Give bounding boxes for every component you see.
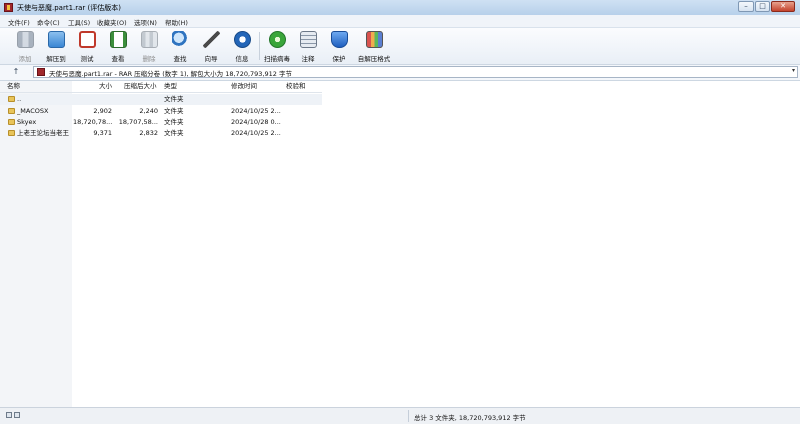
info-icon	[234, 31, 251, 48]
status-divider	[408, 410, 409, 422]
file-list[interactable]: 名称 大小 压缩后大小 类型 修改时间 校验和 .. 文件夹 _MACOSX 2…	[0, 81, 800, 407]
file-modified: 2024/10/28 0...	[231, 118, 281, 126]
trash-icon	[141, 31, 158, 48]
status-bar: 总计 3 文件夹, 18,720,793,912 字节	[0, 407, 800, 424]
header-divider	[0, 92, 322, 93]
protect-label: 保护	[332, 55, 346, 63]
menu-commands[interactable]: 命令(C)	[37, 17, 60, 27]
virus-scan-icon	[269, 31, 286, 48]
file-type: 文件夹	[164, 118, 184, 126]
table-row[interactable]: Skyex 18,720,78... 18,707,58... 文件夹 2024…	[0, 117, 322, 128]
address-field[interactable]: 天使与恶魔.part1.rar - RAR 压缩分卷 (数字 1), 解包大小为…	[33, 66, 798, 78]
chevron-down-icon[interactable]: ▾	[792, 67, 795, 74]
column-header-crc[interactable]: 校验和	[286, 81, 306, 92]
menu-favorites[interactable]: 收藏夹(O)	[97, 17, 127, 27]
add-archive-icon	[17, 31, 34, 48]
column-header-type[interactable]: 类型	[164, 81, 177, 92]
info-label: 信息	[235, 55, 249, 63]
winrar-app-icon[interactable]	[4, 3, 13, 12]
menu-options[interactable]: 选项(N)	[134, 17, 157, 27]
column-header-modified[interactable]: 修改时间	[231, 81, 257, 92]
file-name: 上老王论坛当老王	[17, 129, 69, 137]
file-packed-size: 18,707,58...	[118, 118, 158, 126]
shield-icon	[331, 31, 348, 48]
table-row[interactable]: _MACOSX 2,902 2,240 文件夹 2024/10/25 2...	[0, 106, 322, 117]
file-modified: 2024/10/25 2...	[231, 107, 281, 115]
file-type: 文件夹	[164, 107, 184, 115]
protect-button[interactable]: 保护	[323, 30, 355, 63]
address-bar: ↑ 天使与恶魔.part1.rar - RAR 压缩分卷 (数字 1), 解包大…	[0, 65, 800, 81]
folder-icon	[8, 130, 15, 136]
menu-file[interactable]: 文件(F)	[8, 17, 30, 27]
maximize-button[interactable]: □	[755, 1, 770, 12]
folder-icon	[8, 108, 15, 114]
menu-tools[interactable]: 工具(S)	[68, 17, 90, 27]
book-view-icon	[110, 31, 127, 48]
drive-icon[interactable]	[6, 412, 12, 418]
column-header-size[interactable]: 大小	[99, 81, 112, 92]
file-size: 9,371	[93, 129, 112, 137]
up-folder-button[interactable]: ↑	[11, 67, 21, 77]
folder-icon	[8, 119, 15, 125]
sfx-label: 自解压格式	[357, 55, 391, 63]
magnifier-icon	[172, 31, 189, 48]
column-header-name[interactable]: 名称	[7, 81, 20, 92]
file-name: Skyex	[17, 118, 37, 126]
parent-folder-icon	[8, 96, 15, 102]
key-icon[interactable]	[14, 412, 20, 418]
menu-bar: 文件(F) 命令(C) 工具(S) 收藏夹(O) 选项(N) 帮助(H)	[0, 15, 800, 28]
table-row[interactable]: .. 文件夹	[0, 94, 322, 105]
archive-path: 天使与恶魔.part1.rar - RAR 压缩分卷 (数字 1), 解包大小为…	[49, 70, 292, 78]
file-packed-size: 2,240	[139, 107, 158, 115]
sfx-button[interactable]: 自解压格式	[358, 30, 390, 63]
file-packed-size: 2,832	[139, 129, 158, 137]
file-type: 文件夹	[164, 129, 184, 137]
sfx-books-icon	[366, 31, 383, 48]
toolbar: 添加 解压到 测试 查看 删除 查找 向导 信息 扫描病毒 注释 保护 自解压格…	[0, 28, 800, 65]
file-name: ..	[17, 95, 22, 103]
folder-extract-icon	[48, 31, 65, 48]
close-button[interactable]: ✕	[771, 1, 795, 12]
comment-icon	[300, 31, 317, 48]
column-header-packed[interactable]: 压缩后大小	[124, 81, 157, 92]
status-icons	[6, 412, 26, 420]
window-title: 天使与恶魔.part1.rar (评估版本)	[17, 4, 121, 12]
file-size: 18,720,78...	[73, 118, 112, 126]
status-summary: 总计 3 文件夹, 18,720,793,912 字节	[414, 414, 526, 422]
file-name: _MACOSX	[17, 107, 49, 115]
magic-wand-icon	[203, 31, 220, 48]
title-bar: 天使与恶魔.part1.rar (评估版本) – □ ✕	[0, 0, 800, 15]
info-button[interactable]: 信息	[226, 30, 258, 63]
archive-icon	[37, 68, 45, 76]
file-modified: 2024/10/25 2...	[231, 129, 281, 137]
menu-help[interactable]: 帮助(H)	[165, 17, 188, 27]
minimize-button[interactable]: –	[738, 1, 754, 12]
test-clipboard-icon	[79, 31, 96, 48]
file-size: 2,902	[93, 107, 112, 115]
file-type: 文件夹	[164, 95, 184, 103]
table-row[interactable]: 上老王论坛当老王 9,371 2,832 文件夹 2024/10/25 2...	[0, 128, 322, 139]
